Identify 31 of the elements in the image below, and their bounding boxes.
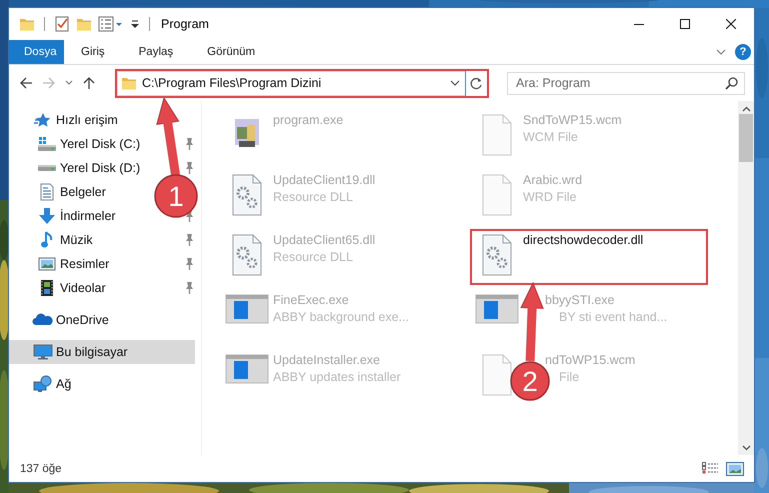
item-count: 137 öğe bbox=[20, 462, 62, 474]
sidebar-item[interactable]: Ağ bbox=[9, 372, 76, 396]
sidebar-item[interactable]: Yerel Disk (D:) bbox=[9, 156, 144, 180]
sidebar-item[interactable]: Müzik bbox=[9, 228, 97, 252]
ribbon-tab[interactable]: Görünüm bbox=[190, 40, 272, 64]
callout-badge: 2 bbox=[510, 361, 550, 401]
window-title: Program bbox=[161, 17, 209, 31]
file-type: Resource DLL bbox=[273, 190, 353, 205]
sidebar-item[interactable]: Resimler bbox=[9, 252, 114, 276]
sidebar-item[interactable]: Bu bilgisayar bbox=[9, 340, 195, 364]
sidebar-item[interactable]: Belgeler bbox=[9, 180, 110, 204]
sidebar-item[interactable]: Videolar bbox=[9, 276, 110, 300]
file-type: File bbox=[559, 370, 580, 385]
address-field[interactable]: C:\Program Files\Program Dizini bbox=[117, 70, 465, 96]
file-type: WCM File bbox=[523, 130, 578, 145]
file-menu-tab[interactable]: Dosya bbox=[9, 40, 64, 64]
file-type: BY sti event hand... bbox=[559, 310, 668, 325]
help-button[interactable]: ? bbox=[735, 44, 751, 60]
file-type: Resource DLL bbox=[273, 250, 353, 265]
sidebar-item[interactable]: Yerel Disk (C:) bbox=[9, 132, 144, 156]
file-type: ABBY background exe... bbox=[273, 310, 409, 325]
sidebar-item[interactable]: İndirmeler bbox=[9, 204, 120, 228]
callout-badge: 1 bbox=[154, 174, 198, 218]
sidebar-item[interactable]: Hızlı erişim bbox=[9, 108, 122, 132]
search-field[interactable]: Ara: Program bbox=[507, 72, 745, 94]
file-name[interactable]: directshowdecoder.dll bbox=[523, 233, 644, 248]
sidebar-item[interactable]: OneDrive bbox=[9, 308, 113, 332]
ribbon-tab[interactable]: Giriş bbox=[64, 40, 122, 64]
file-type: ABBY updates installer bbox=[273, 370, 401, 385]
file-type: WRD File bbox=[523, 190, 576, 205]
ribbon-tab[interactable]: Paylaş bbox=[122, 40, 190, 64]
